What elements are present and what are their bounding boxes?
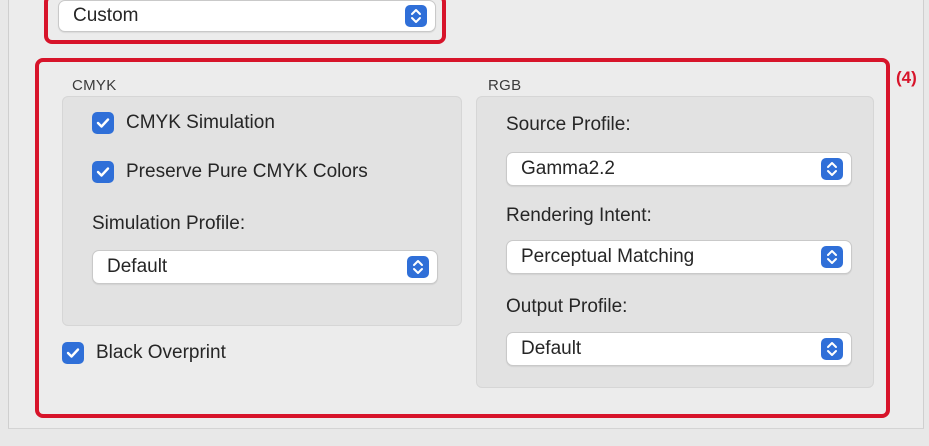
black-overprint-label: Black Overprint [96, 342, 226, 363]
rendering-intent-label: Rendering Intent: [506, 205, 652, 226]
popup-stepper-icon [821, 158, 843, 180]
black-overprint-checkbox[interactable]: Black Overprint [62, 342, 226, 364]
popup-stepper-icon [407, 256, 429, 278]
popup-stepper-icon [821, 338, 843, 360]
simulation-profile-label: Simulation Profile: [92, 213, 246, 234]
rgb-group-title: RGB [488, 77, 522, 94]
popup-stepper-icon [405, 5, 427, 27]
output-profile-value: Default [521, 338, 582, 359]
cmyk-simulation-checkbox[interactable]: CMYK Simulation [92, 112, 275, 134]
preserve-cmyk-checkbox[interactable]: Preserve Pure CMYK Colors [92, 161, 368, 183]
popup-stepper-icon [821, 246, 843, 268]
source-profile-value: Gamma2.2 [521, 158, 615, 179]
checkmark-icon [92, 161, 114, 183]
checkmark-icon [62, 342, 84, 364]
simulation-profile-popup[interactable]: Default [92, 250, 438, 284]
simulation-profile-value: Default [107, 256, 168, 277]
color-mode-value: Custom [73, 5, 139, 26]
source-profile-label: Source Profile: [506, 114, 631, 135]
checkmark-icon [92, 112, 114, 134]
annotation-badge: (4) [896, 68, 917, 87]
output-profile-label: Output Profile: [506, 296, 628, 317]
output-profile-popup[interactable]: Default [506, 332, 852, 366]
source-profile-popup[interactable]: Gamma2.2 [506, 152, 852, 186]
rendering-intent-value: Perceptual Matching [521, 246, 695, 267]
rendering-intent-popup[interactable]: Perceptual Matching [506, 240, 852, 274]
color-mode-popup[interactable]: Custom [58, 0, 436, 32]
cmyk-group-title: CMYK [72, 77, 117, 94]
cmyk-simulation-label: CMYK Simulation [126, 112, 275, 133]
preserve-cmyk-label: Preserve Pure CMYK Colors [126, 161, 368, 182]
